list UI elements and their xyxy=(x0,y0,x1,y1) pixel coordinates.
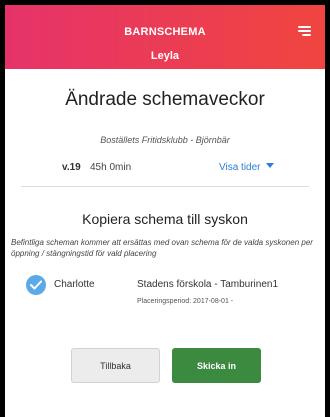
back-button[interactable]: Tillbaka xyxy=(71,348,160,383)
placement-period: Placeringsperiod: 2017-08-01 - xyxy=(137,298,234,305)
week-label: v.19 xyxy=(62,162,81,173)
week-row: v.19 45h 0min Visa tider xyxy=(5,162,325,178)
submit-button[interactable]: Skicka in xyxy=(172,348,261,383)
divider xyxy=(21,186,309,187)
sibling-row: Charlotte Stadens förskola - Tamburinen1… xyxy=(5,275,325,315)
sibling-name: Charlotte xyxy=(54,279,95,290)
week-hours: 45h 0min xyxy=(90,162,132,173)
menu-line xyxy=(298,26,311,28)
menu-line xyxy=(298,30,311,32)
caret-down-icon xyxy=(266,163,275,168)
page-title: Ändrade schemaveckor xyxy=(65,89,265,110)
hamburger-menu-icon[interactable] xyxy=(298,26,311,36)
copy-info-text: Befintliga scheman kommer att ersättas m… xyxy=(11,238,313,258)
app-frame: BARNSCHEMA Leyla Ändrade schemaveckor Bo… xyxy=(5,5,325,417)
placement-name: Stadens förskola - Tamburinen1 xyxy=(137,279,279,290)
checkmark-icon[interactable] xyxy=(26,275,46,295)
check-glyph xyxy=(30,280,42,290)
copy-section-title: Kopiera schema till syskon xyxy=(82,211,248,227)
show-times-toggle[interactable]: Visa tider xyxy=(219,162,275,173)
child-name: Leyla xyxy=(150,50,180,62)
app-header: BARNSCHEMA Leyla xyxy=(5,5,325,69)
app-title: BARNSCHEMA xyxy=(124,26,206,38)
facility-name: Boställets Fritidsklubb - Björnbär xyxy=(100,135,230,145)
show-times-label: Visa tider xyxy=(219,162,261,173)
menu-line xyxy=(302,34,311,36)
